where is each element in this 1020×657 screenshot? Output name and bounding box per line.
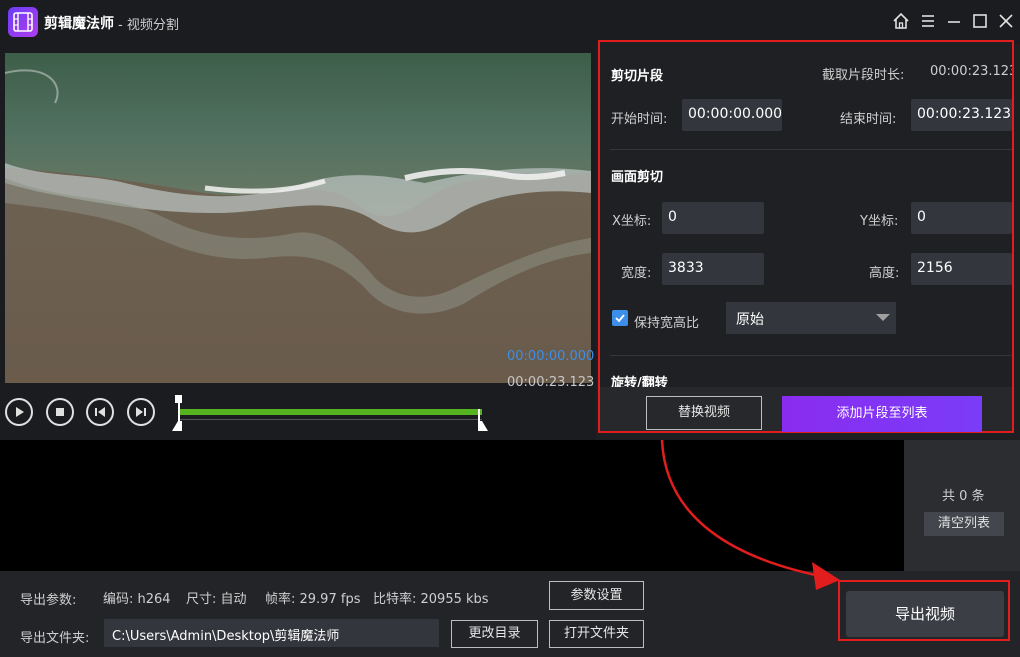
start-time-input[interactable]: 00:00:00.000 [682,99,782,131]
home-icon[interactable] [891,11,911,31]
menu-icon[interactable] [918,11,938,31]
current-time: 00:00:00.000 [507,349,595,364]
fps-info: 帧率: 29.97 fps [265,592,361,607]
end-time-input[interactable]: 00:00:23.123 [911,99,1012,131]
export-folder-label: 导出文件夹: [20,631,90,646]
chevron-down-icon [876,314,890,321]
segment-list[interactable] [0,440,904,571]
export-params-label: 导出参数: [20,593,77,608]
settings-scroll-area[interactable]: 剪切片段 截取片段时长: 00:00:23.123 开始时间: 00:00:00… [600,42,1012,387]
cut-segment-title: 剪切片段 [611,69,664,84]
selected-range-bar [180,409,482,415]
timeline-track [180,419,482,420]
change-directory-button[interactable]: 更改目录 [451,620,538,648]
stop-button[interactable] [46,398,74,426]
export-folder-input[interactable]: C:\Users\Admin\Desktop\剪辑魔法师 [104,619,439,647]
total-time: 00:00:23.123 [507,375,595,390]
bitrate-info: 比特率: 20955 kbs [373,592,489,607]
minimize-icon[interactable] [944,11,964,31]
height-input[interactable]: 2156 [911,253,1012,285]
replace-video-button[interactable]: 替换视频 [646,396,762,430]
page-title: - 视频分割 [118,18,179,33]
segment-count: 共 0 条 [942,489,985,504]
next-frame-button[interactable] [127,398,155,426]
open-folder-button[interactable]: 打开文件夹 [549,620,644,648]
size-info: 尺寸: 自动 [186,592,247,607]
section-divider [610,149,1012,150]
x-coord-label: X坐标: [612,214,652,229]
crop-title: 画面剪切 [611,170,664,185]
clear-list-button[interactable]: 清空列表 [924,512,1004,536]
width-input[interactable]: 3833 [662,253,764,285]
rotate-flip-title: 旋转/翻转 [611,376,668,387]
segment-duration-value: 00:00:23.123 [930,64,1012,79]
range-end-handle[interactable] [478,409,488,431]
param-settings-button[interactable]: 参数设置 [549,581,644,610]
y-coord-input[interactable]: 0 [911,202,1012,234]
start-time-label: 开始时间: [611,112,668,127]
list-side-panel [904,440,1020,571]
section-divider [610,355,1012,356]
keep-ratio-label[interactable]: 保持宽高比 [634,312,699,331]
range-start-handle[interactable] [172,395,182,431]
keep-ratio-checkbox[interactable] [612,310,628,326]
ratio-select-value: 原始 [736,312,764,328]
play-button[interactable] [5,398,33,426]
app-name: 剪辑魔法师 [44,16,114,32]
prev-frame-button[interactable] [86,398,114,426]
end-time-label: 结束时间: [840,112,897,127]
maximize-icon[interactable] [970,11,990,31]
y-coord-label: Y坐标: [860,214,899,229]
edit-settings-panel: 剪切片段 截取片段时长: 00:00:23.123 开始时间: 00:00:00… [598,40,1014,433]
timeline-slider[interactable] [172,395,492,433]
ratio-select[interactable]: 原始 [726,302,896,334]
close-icon[interactable] [996,11,1016,31]
x-coord-input[interactable]: 0 [662,202,764,234]
app-logo-icon [8,7,38,37]
height-label: 高度: [869,266,900,281]
codec-info: 编码: h264 [103,592,171,607]
title-bar: 剪辑魔法师 - 视频分割 [0,0,1020,44]
add-segment-to-list-button[interactable]: 添加片段至列表 [782,396,982,432]
width-label: 宽度: [621,266,652,281]
export-video-button[interactable]: 导出视频 [846,591,1004,637]
video-preview[interactable] [5,53,591,383]
segment-duration-label: 截取片段时长: [822,68,905,83]
